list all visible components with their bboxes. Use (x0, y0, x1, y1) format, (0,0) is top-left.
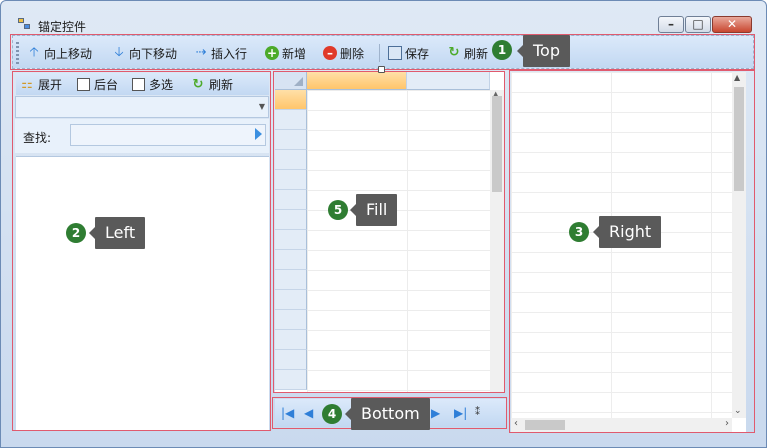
grid-cells[interactable] (307, 90, 490, 392)
column-header[interactable] (307, 72, 407, 90)
row-header[interactable] (275, 170, 307, 190)
insert-row-icon: ⇢ (195, 45, 207, 60)
insert-row-button[interactable]: ⇢ 插入行 (194, 44, 247, 62)
scroll-down-icon[interactable]: ⌄ (734, 406, 742, 416)
search-go-icon[interactable] (255, 128, 262, 140)
row-header[interactable] (275, 350, 307, 370)
scroll-thumb[interactable] (734, 87, 744, 191)
row-header[interactable] (275, 270, 307, 290)
scroll-thumb[interactable] (525, 420, 565, 430)
bottom-badge: 4 (322, 404, 342, 424)
toolbar-separator (379, 44, 380, 62)
row-header[interactable] (275, 310, 307, 330)
column-header[interactable] (407, 72, 490, 90)
search-input[interactable] (70, 124, 266, 146)
top-callout: Top (517, 35, 570, 67)
maximize-icon: □ (692, 17, 704, 31)
right-callout: Right (592, 216, 662, 248)
row-header[interactable] (275, 290, 307, 310)
maximize-button[interactable]: □ (685, 16, 711, 33)
bottom-callout: Bottom (345, 398, 430, 430)
row-header[interactable] (275, 150, 307, 170)
left-callout: Left (88, 217, 146, 249)
move-up-button[interactable]: 🡡 向上移动 (27, 44, 92, 62)
last-record-icon[interactable]: ▶| (454, 405, 467, 421)
top-badge: 1 (492, 40, 512, 60)
minimize-button[interactable]: – (658, 16, 684, 33)
fill-callout: Fill (349, 194, 398, 226)
row-header[interactable] (275, 370, 307, 390)
row-header[interactable] (275, 90, 307, 110)
left-badge: 2 (66, 223, 86, 243)
save-icon (388, 46, 402, 60)
arrow-up-icon: 🡡 (29, 45, 39, 60)
right-vertical-scrollbar[interactable]: ▲ ⌄ (732, 72, 746, 418)
row-header[interactable] (275, 210, 307, 230)
chevron-down-icon[interactable]: ▼ (259, 102, 265, 111)
toolbar-grip[interactable] (16, 42, 19, 64)
window-title: 锚定控件 (38, 20, 87, 34)
top-toolbar: 🡡 向上移动 🡣 向下移动 ⇢ 插入行 + 新增 – 删除 保存 ↻ 刷新 (12, 35, 754, 69)
navigator-more-icon[interactable]: ⁑ (475, 405, 480, 421)
multiselect-checkbox[interactable]: 多选 (132, 76, 173, 93)
expand-button[interactable]: ⚏ 展开 (20, 76, 62, 93)
app-icon (18, 18, 32, 30)
refresh-icon: ↻ (448, 45, 460, 60)
arrow-down-icon: 🡣 (114, 45, 124, 60)
next-record-icon[interactable]: ▶ (431, 405, 440, 421)
left-tree-area[interactable] (16, 156, 269, 430)
left-toolbar: ⚏ 展开 后台 多选 ↻ 刷新 (16, 73, 269, 95)
add-button[interactable]: + 新增 (265, 44, 306, 62)
save-button[interactable]: 保存 (388, 44, 429, 62)
scroll-thumb[interactable] (492, 96, 502, 192)
delete-icon: – (323, 46, 337, 60)
minimize-icon: – (668, 17, 674, 31)
grid-corner[interactable] (275, 72, 307, 90)
row-header[interactable] (275, 110, 307, 130)
fill-grid[interactable]: ▲ (275, 72, 504, 392)
refresh-button[interactable]: ↻ 刷新 (447, 44, 488, 62)
scroll-right-icon[interactable]: › (725, 418, 729, 429)
row-header[interactable] (275, 330, 307, 350)
row-header[interactable] (275, 250, 307, 270)
row-header[interactable] (275, 230, 307, 250)
delete-button[interactable]: – 删除 (323, 44, 364, 62)
row-header[interactable] (275, 190, 307, 210)
tree-expand-icon: ⚏ (21, 76, 33, 92)
search-label: 查找: (23, 131, 52, 145)
previous-record-icon[interactable]: ◀ (304, 405, 313, 421)
left-combo[interactable]: ▼ (15, 96, 269, 118)
move-down-button[interactable]: 🡣 向下移动 (112, 44, 177, 62)
scroll-left-icon[interactable]: ‹ (514, 418, 518, 429)
first-record-icon[interactable]: |◀ (281, 405, 294, 421)
title-bar: 锚定控件 – □ ✕ (1, 1, 766, 34)
background-checkbox[interactable]: 后台 (77, 76, 118, 93)
right-grid[interactable]: ▲ ⌄ ‹ › (511, 72, 746, 432)
close-icon: ✕ (726, 17, 738, 31)
background-checkbox-box[interactable] (77, 78, 90, 91)
right-badge: 3 (569, 222, 589, 242)
window-controls: – □ ✕ (658, 16, 752, 33)
left-refresh-button[interactable]: ↻ 刷新 (191, 76, 233, 93)
multiselect-checkbox-box[interactable] (132, 78, 145, 91)
splitter-handle[interactable] (378, 66, 385, 73)
close-button[interactable]: ✕ (712, 16, 752, 33)
scroll-up-icon[interactable]: ▲ (734, 73, 740, 82)
fill-badge: 5 (328, 200, 348, 220)
row-header[interactable] (275, 130, 307, 150)
grid-vertical-scrollbar[interactable]: ▲ (490, 90, 504, 392)
search-row: 查找: (15, 119, 269, 153)
add-icon: + (265, 46, 279, 60)
refresh-icon: ↻ (192, 76, 204, 92)
right-horizontal-scrollbar[interactable]: ‹ › (511, 418, 732, 432)
